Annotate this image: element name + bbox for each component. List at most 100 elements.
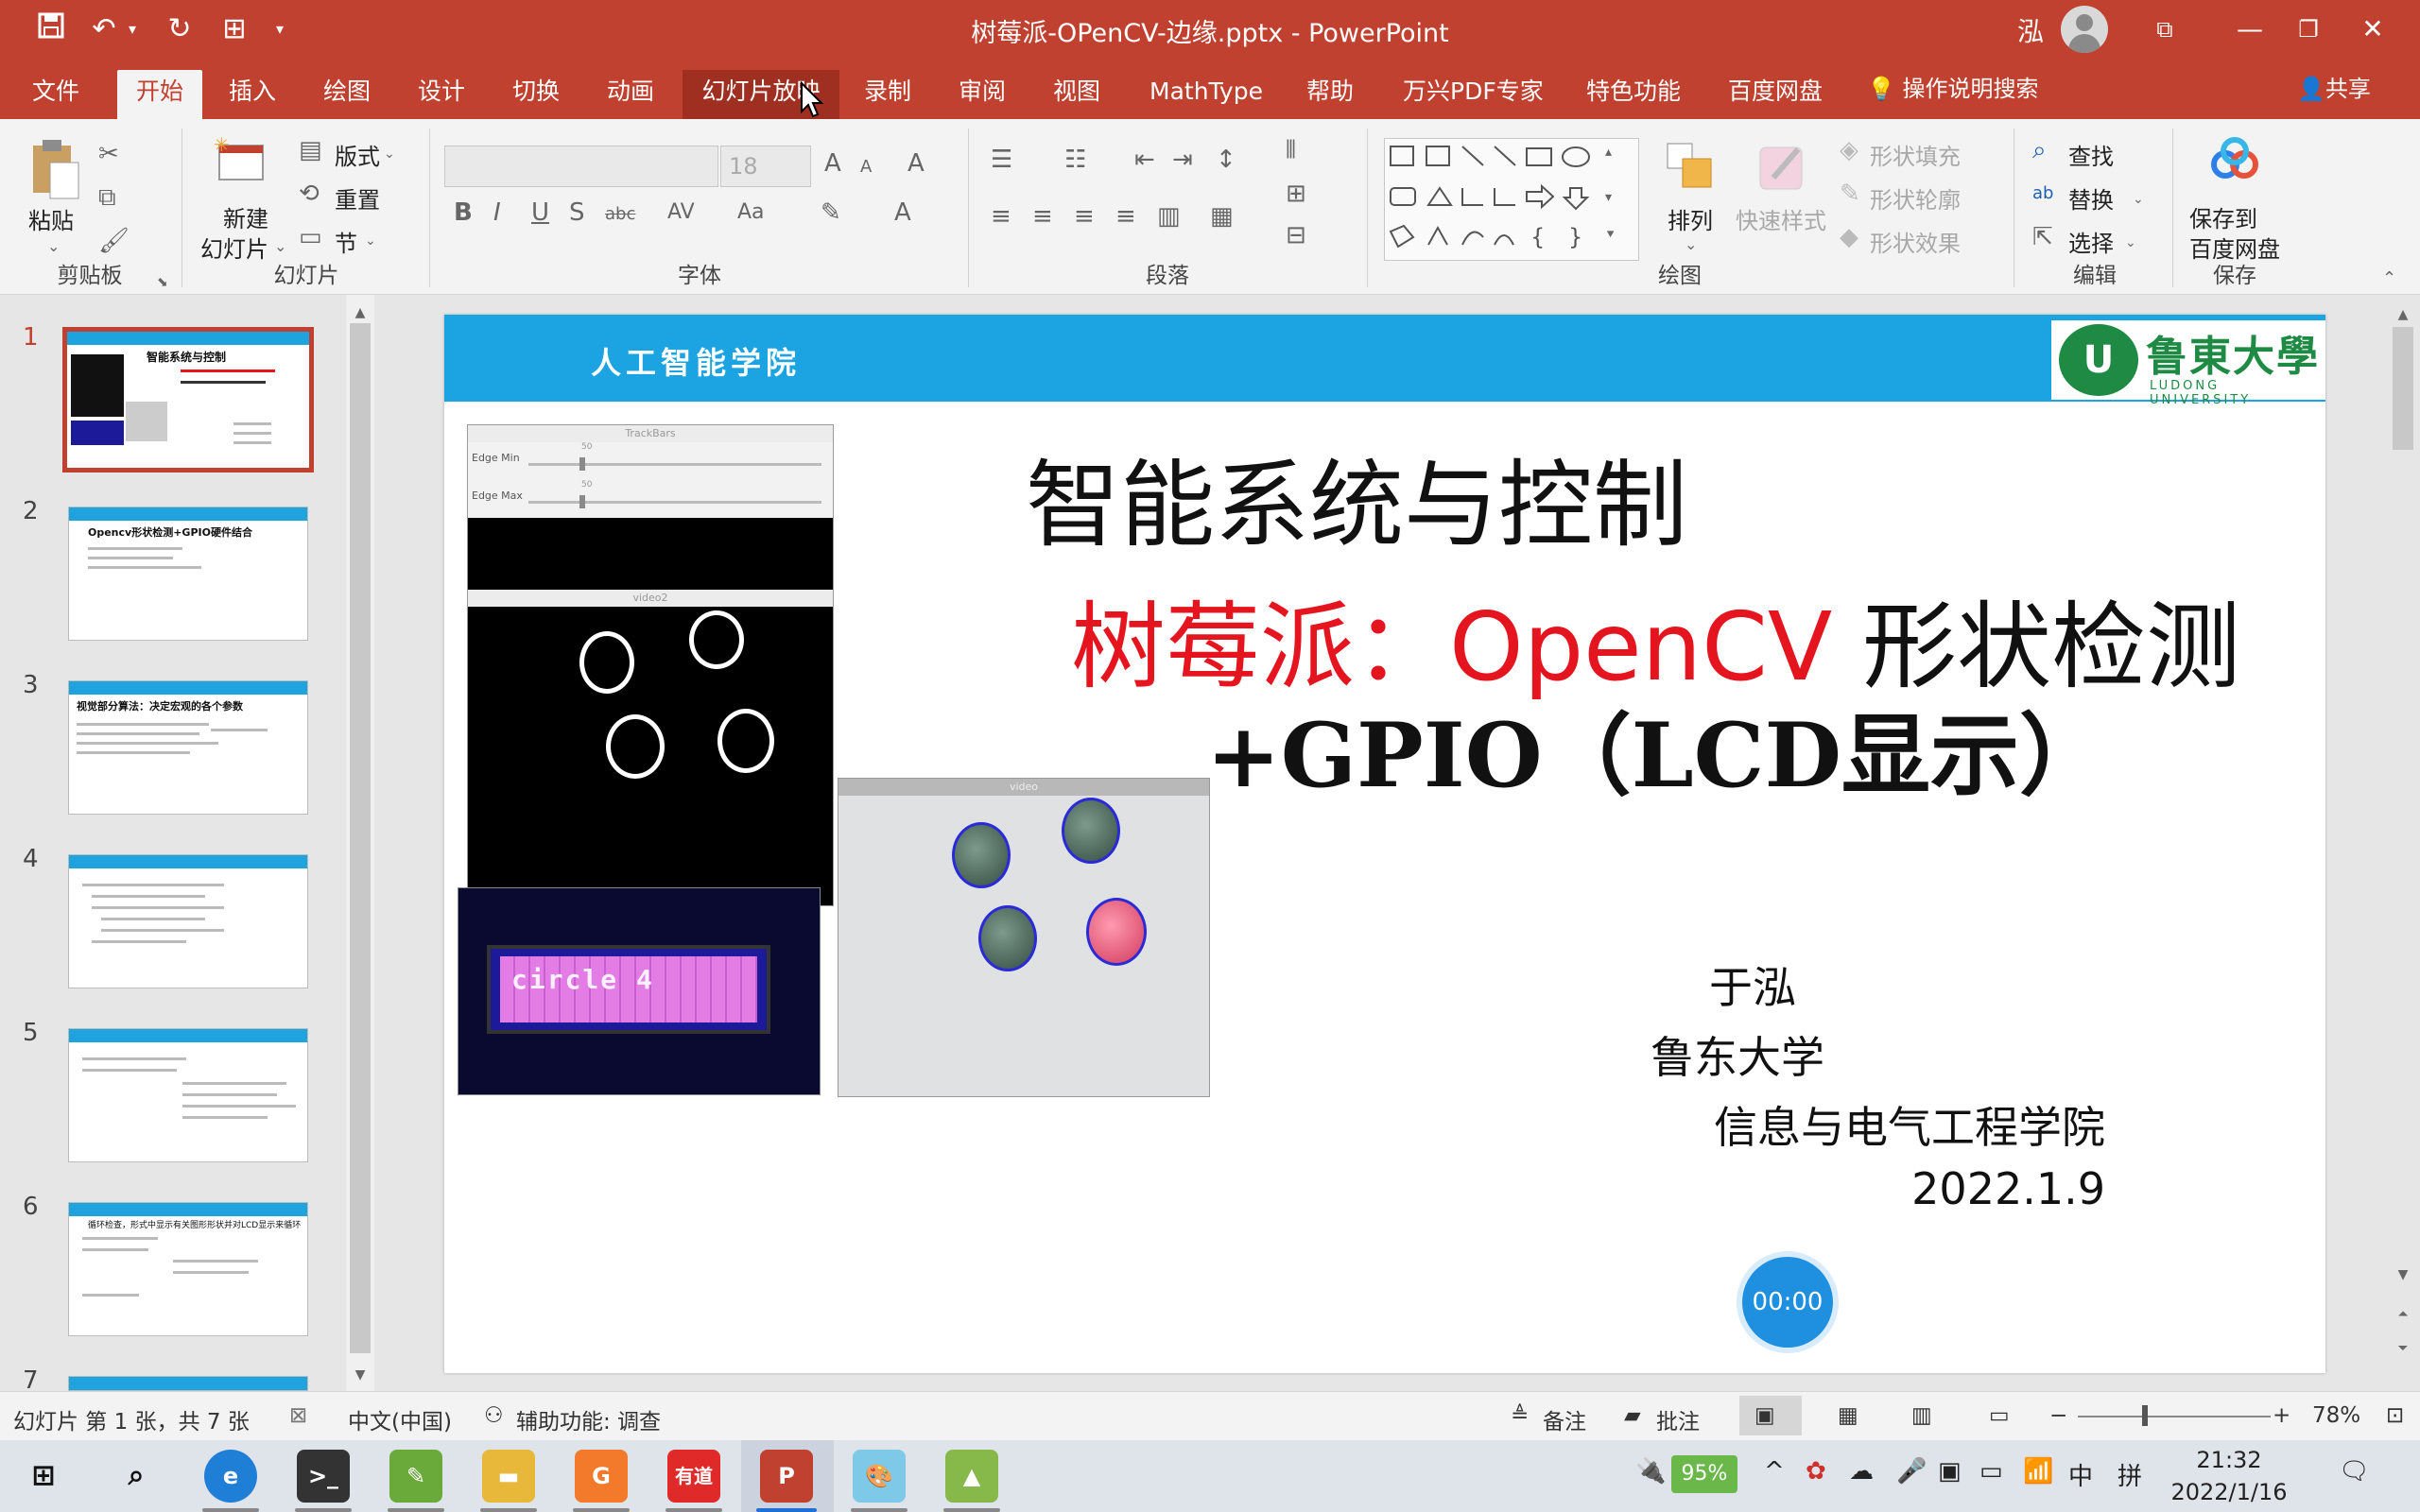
comments-button[interactable]: 批注: [1656, 1403, 1700, 1435]
notepad-plus-icon[interactable]: ✎: [389, 1450, 442, 1503]
zoom-level[interactable]: 78%: [2312, 1403, 2360, 1428]
bold-icon[interactable]: B: [454, 198, 473, 227]
align-center-icon[interactable]: ≡: [1032, 202, 1053, 231]
ime-pinyin[interactable]: 拼: [2118, 1457, 2142, 1492]
slide-scroll-thumb[interactable]: [2393, 327, 2413, 450]
accessibility-status[interactable]: 辅助功能: 调查: [516, 1403, 661, 1435]
tab-record[interactable]: 录制: [855, 70, 921, 119]
reset-button[interactable]: 重置: [335, 181, 380, 215]
bullets-icon[interactable]: ☰: [991, 146, 1012, 174]
character-spacing-icon[interactable]: AV: [667, 198, 695, 227]
decrease-font-icon[interactable]: A: [860, 153, 872, 181]
align-right-icon[interactable]: ≡: [1074, 202, 1095, 231]
tab-file[interactable]: 文件: [23, 70, 89, 119]
paste-button[interactable]: 粘贴: [28, 202, 74, 235]
smartart-icon[interactable]: ⊟: [1286, 221, 1306, 249]
save-to-label-1[interactable]: 保存到: [2189, 200, 2257, 233]
share-button[interactable]: 👤共享: [2297, 70, 2371, 103]
gallery-scroll-up-icon[interactable]: ▴: [1605, 138, 1612, 166]
collapse-ribbon-icon[interactable]: ⌃: [2382, 265, 2396, 293]
redo-icon[interactable]: ↻: [161, 11, 199, 47]
line-spacing-icon[interactable]: ↕: [1216, 146, 1236, 174]
thumbnail-slide-2[interactable]: Opencv形状检测+GPIO硬件结合: [68, 507, 308, 641]
replace-button[interactable]: 替换: [2068, 181, 2114, 215]
powerpoint-taskbar-icon[interactable]: P: [760, 1450, 813, 1503]
shadow-icon[interactable]: S: [569, 198, 585, 227]
zoom-in-icon[interactable]: +: [2273, 1403, 2290, 1428]
undo-dropdown-icon[interactable]: ▾: [123, 11, 142, 47]
tab-animations[interactable]: 动画: [597, 70, 664, 119]
paint-icon[interactable]: 🎨: [853, 1450, 906, 1503]
tab-draw[interactable]: 绘图: [314, 70, 380, 119]
change-case-icon[interactable]: Aa: [737, 198, 765, 227]
paste-icon[interactable]: [21, 136, 87, 202]
shapes-gallery[interactable]: {}: [1384, 138, 1639, 261]
scroll-down-icon[interactable]: ▼: [346, 1361, 374, 1389]
language-indicator[interactable]: 中文(中国): [348, 1403, 452, 1435]
thumbnails-scroll-thumb[interactable]: [350, 323, 371, 1353]
taskbar-clock[interactable]: 21:32 2022/1/16: [2163, 1444, 2295, 1508]
shape-effects-icon[interactable]: ◆: [1840, 223, 1858, 251]
select-button[interactable]: 选择: [2068, 225, 2114, 258]
onedrive-icon[interactable]: ☁: [1849, 1457, 1874, 1486]
windows-start-icon[interactable]: ⊞: [17, 1450, 70, 1503]
edge-browser-icon[interactable]: e: [204, 1450, 257, 1503]
next-slide-icon[interactable]: ⏷: [2389, 1334, 2417, 1363]
show-hidden-icons[interactable]: ^: [1764, 1457, 1785, 1486]
user-name[interactable]: 泓: [2017, 11, 2044, 49]
display-icon[interactable]: ▣: [1938, 1457, 1962, 1486]
layout-icon[interactable]: ▤: [299, 136, 322, 164]
arrange-dropdown-icon[interactable]: ⌄: [1685, 231, 1697, 259]
section-dropdown-icon[interactable]: ⌄: [365, 227, 376, 255]
align-text-icon[interactable]: ⊞: [1286, 180, 1306, 208]
app-tray-icon[interactable]: ✿: [1806, 1457, 1826, 1486]
baidu-cloud-icon[interactable]: [2206, 136, 2263, 183]
tab-wondershare-pdf[interactable]: 万兴PDF专家: [1393, 70, 1553, 119]
decrease-indent-icon[interactable]: ⇤: [1134, 146, 1155, 174]
thumbnail-slide-5[interactable]: [68, 1028, 308, 1162]
distributed-icon[interactable]: ▥: [1157, 202, 1181, 231]
justify-icon[interactable]: ≡: [1115, 202, 1136, 231]
shape-fill-button[interactable]: 形状填充: [1870, 138, 1961, 171]
thumbnail-slide-7[interactable]: [68, 1376, 308, 1391]
zoom-slider-thumb[interactable]: [2142, 1405, 2148, 1426]
notes-button[interactable]: 备注: [1543, 1403, 1586, 1435]
shape-outline-icon[interactable]: ✎: [1840, 180, 1860, 208]
tab-mathtype[interactable]: MathType: [1140, 70, 1272, 119]
highlight-icon[interactable]: ✎: [821, 198, 841, 227]
undo-icon[interactable]: ↶: [85, 11, 123, 47]
font-size-box[interactable]: 18: [720, 146, 811, 187]
slide-scrollbar[interactable]: ▲ ▼ ⏶ ⏷: [2387, 295, 2420, 1391]
reading-view-icon[interactable]: ▥: [1911, 1403, 1932, 1428]
battery-indicator[interactable]: 95%: [1671, 1455, 1737, 1493]
tab-review[interactable]: 审阅: [949, 70, 1015, 119]
restore-button[interactable]: ❐: [2280, 8, 2337, 51]
clipboard-launcher-icon[interactable]: ⬊: [157, 268, 168, 297]
ime-chinese[interactable]: 中: [2068, 1457, 2093, 1492]
increase-indent-icon[interactable]: ⇥: [1172, 146, 1193, 174]
cut-icon[interactable]: ✂: [98, 140, 119, 168]
thumbnail-slide-1[interactable]: 智能系统与控制: [62, 327, 314, 472]
font-name-box[interactable]: [444, 146, 718, 187]
recording-timer[interactable]: 00:00: [1742, 1257, 1833, 1348]
thumbnail-slide-4[interactable]: [68, 854, 308, 988]
shape-effects-button[interactable]: 形状效果: [1870, 225, 1961, 258]
notification-icon[interactable]: 🗨: [2339, 1457, 2370, 1486]
text-direction-icon[interactable]: ⫴: [1286, 136, 1296, 164]
tab-help[interactable]: 帮助: [1297, 70, 1363, 119]
section-icon[interactable]: ▭: [299, 223, 322, 251]
layout-button[interactable]: 版式: [335, 138, 380, 171]
font-color-icon[interactable]: A: [894, 198, 911, 227]
quick-styles-button[interactable]: 快速样式: [1736, 202, 1826, 235]
user-avatar[interactable]: [2061, 6, 2108, 53]
pdf-editor-icon[interactable]: G: [575, 1450, 628, 1503]
clear-formatting-icon[interactable]: A: [908, 149, 925, 178]
save-icon[interactable]: [32, 11, 70, 47]
new-slide-label-1[interactable]: 新建: [223, 200, 268, 233]
numbering-icon[interactable]: ☷: [1064, 146, 1086, 174]
previous-slide-icon[interactable]: ⏶: [2389, 1300, 2417, 1329]
shape-fill-icon[interactable]: ◈: [1840, 136, 1858, 164]
slideshow-view-icon[interactable]: ▭: [1989, 1403, 2010, 1428]
tab-design[interactable]: 设计: [408, 70, 475, 119]
close-button[interactable]: ✕: [2344, 8, 2401, 51]
